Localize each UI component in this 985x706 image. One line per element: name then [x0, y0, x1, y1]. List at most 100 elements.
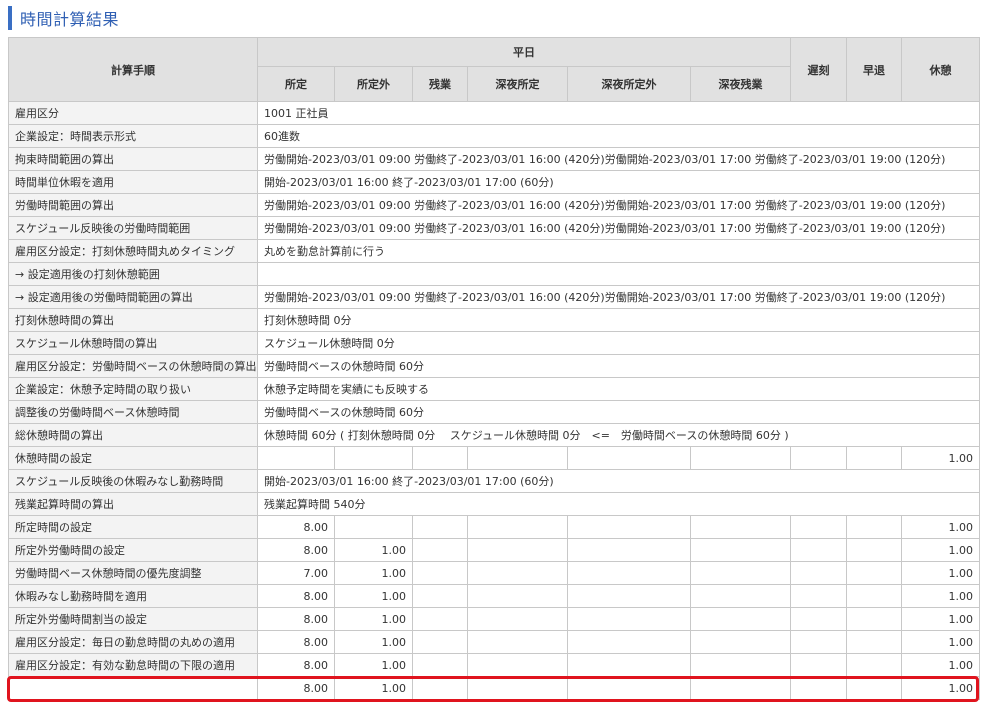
step-label: 残業起算時間の算出	[8, 492, 258, 516]
night-scheduled-cell	[467, 561, 568, 585]
step-label: 雇用区分	[8, 101, 258, 125]
table-row: スケジュール休憩時間の算出 スケジュール休憩時間 0分	[8, 331, 981, 355]
scheduled-cell: 8.00	[257, 653, 335, 677]
night-overtime-cell	[689, 561, 792, 585]
early-leave-cell	[846, 607, 903, 631]
night-non-scheduled-cell	[567, 561, 691, 585]
table-row: 雇用区分設定：打刻休憩時間丸めタイミング 丸めを勤怠計算前に行う	[8, 239, 981, 263]
step-label: 休暇みなし勤務時間を適用	[8, 584, 258, 608]
step-label: 所定時間の設定	[8, 515, 258, 539]
break-cell: 1.00	[901, 446, 981, 470]
break-cell: 1.00	[901, 584, 981, 608]
total-non-scheduled-cell: 1.00	[334, 676, 413, 700]
step-label: 時間単位休暇を適用	[8, 170, 258, 194]
early-leave-cell	[846, 561, 903, 585]
header-break: 休憩	[901, 37, 981, 102]
scheduled-cell: 8.00	[257, 607, 335, 631]
late-cell	[790, 446, 848, 470]
header-overtime: 残業	[412, 66, 468, 102]
night-overtime-cell	[689, 653, 792, 677]
night-scheduled-cell	[467, 607, 568, 631]
header-step: 計算手順	[8, 37, 258, 102]
night-scheduled-cell	[467, 676, 568, 700]
table-row: 総休憩時間の算出 休憩時間 60分 ( 打刻休憩時間 0分 スケジュール休憩時間 …	[8, 423, 981, 447]
header-night-non-scheduled: 深夜所定外	[567, 66, 691, 102]
step-label: → 設定適用後の労働時間範囲の算出	[8, 285, 258, 309]
early-leave-cell	[846, 630, 903, 654]
non-scheduled-cell	[334, 515, 413, 539]
night-non-scheduled-cell	[567, 676, 691, 700]
late-cell	[790, 561, 848, 585]
scheduled-cell: 8.00	[257, 584, 335, 608]
step-detail: 1001 正社員	[256, 101, 981, 125]
total-scheduled-cell: 8.00	[257, 676, 335, 700]
header-scheduled: 所定	[257, 66, 335, 102]
scheduled-cell: 8.00	[257, 515, 335, 539]
overtime-cell	[412, 515, 468, 539]
step-detail	[256, 262, 981, 286]
late-cell	[790, 538, 848, 562]
step-detail: 労働開始-2023/03/01 09:00 労働終了-2023/03/01 16…	[256, 285, 981, 309]
header-night-scheduled: 深夜所定	[467, 66, 568, 102]
night-overtime-cell	[689, 630, 792, 654]
time-calculation-table: 計算手順 平日 遅刻 早退 休憩 所定 所定外 残業 深夜所定 深夜所定外 深夜…	[8, 37, 981, 700]
header-non-scheduled: 所定外	[334, 66, 413, 102]
overtime-cell	[412, 538, 468, 562]
night-scheduled-cell	[467, 515, 568, 539]
break-cell: 1.00	[901, 630, 981, 654]
overtime-cell	[412, 584, 468, 608]
night-scheduled-cell	[467, 538, 568, 562]
step-detail: 労働時間ベースの休憩時間 60分	[256, 354, 981, 378]
overtime-cell	[412, 607, 468, 631]
table-row: 所定外労働時間の設定 8.00 1.00 1.00	[8, 538, 981, 562]
overtime-cell	[412, 446, 468, 470]
step-label: 雇用区分設定：打刻休憩時間丸めタイミング	[8, 239, 258, 263]
total-row: 8.00 1.00 1.00	[8, 676, 981, 700]
night-non-scheduled-cell	[567, 515, 691, 539]
step-label: 所定外労働時間割当の設定	[8, 607, 258, 631]
night-scheduled-cell	[467, 630, 568, 654]
step-detail: 労働時間ベースの休憩時間 60分	[256, 400, 981, 424]
step-detail: 60進数	[256, 124, 981, 148]
break-cell: 1.00	[901, 653, 981, 677]
table-row: → 設定適用後の労働時間範囲の算出 労働開始-2023/03/01 09:00 労…	[8, 285, 981, 309]
late-cell	[790, 676, 848, 700]
night-overtime-cell	[689, 676, 792, 700]
night-overtime-cell	[689, 446, 792, 470]
late-cell	[790, 630, 848, 654]
step-detail: 開始-2023/03/01 16:00 終了-2023/03/01 17:00 …	[256, 469, 981, 493]
overtime-cell	[412, 561, 468, 585]
step-label: 雇用区分設定：毎日の勤怠時間の丸めの適用	[8, 630, 258, 654]
night-non-scheduled-cell	[567, 653, 691, 677]
step-detail: 残業起算時間 540分	[256, 492, 981, 516]
night-scheduled-cell	[467, 446, 568, 470]
scheduled-cell: 7.00	[257, 561, 335, 585]
table-row: 労働時間範囲の算出 労働開始-2023/03/01 09:00 労働終了-2023…	[8, 193, 981, 217]
overtime-cell	[412, 630, 468, 654]
early-leave-cell	[846, 653, 903, 677]
non-scheduled-cell: 1.00	[334, 607, 413, 631]
table-row: スケジュール反映後の労働時間範囲 労働開始-2023/03/01 09:00 労働…	[8, 216, 981, 240]
break-cell: 1.00	[901, 607, 981, 631]
table-row: スケジュール反映後の休暇みなし勤務時間 開始-2023/03/01 16:00 終…	[8, 469, 981, 493]
table-row: 残業起算時間の算出 残業起算時間 540分	[8, 492, 981, 516]
late-cell	[790, 584, 848, 608]
step-label: → 設定適用後の打刻休憩範囲	[8, 262, 258, 286]
step-label: 雇用区分設定：労働時間ベースの休憩時間の算出	[8, 354, 258, 378]
total-break-cell: 1.00	[901, 676, 981, 700]
night-scheduled-cell	[467, 584, 568, 608]
non-scheduled-cell: 1.00	[334, 653, 413, 677]
step-label: 休憩時間の設定	[8, 446, 258, 470]
table-row: 企業設定：休憩予定時間の取り扱い 休憩予定時間を実績にも反映する	[8, 377, 981, 401]
table-row: 雇用区分設定：労働時間ベースの休憩時間の算出 労働時間ベースの休憩時間 60分	[8, 354, 981, 378]
table-row: 雇用区分設定：毎日の勤怠時間の丸めの適用 8.00 1.00 1.00	[8, 630, 981, 654]
overtime-cell	[412, 676, 468, 700]
step-label: 企業設定：休憩予定時間の取り扱い	[8, 377, 258, 401]
break-cell: 1.00	[901, 561, 981, 585]
header-night-overtime: 深夜残業	[689, 66, 792, 102]
table-row: 労働時間ベース休憩時間の優先度調整 7.00 1.00 1.00	[8, 561, 981, 585]
page-title: 時間計算結果	[20, 10, 120, 29]
step-label: 労働時間範囲の算出	[8, 193, 258, 217]
early-leave-cell	[846, 676, 903, 700]
section-title: 時間計算結果	[8, 6, 119, 30]
